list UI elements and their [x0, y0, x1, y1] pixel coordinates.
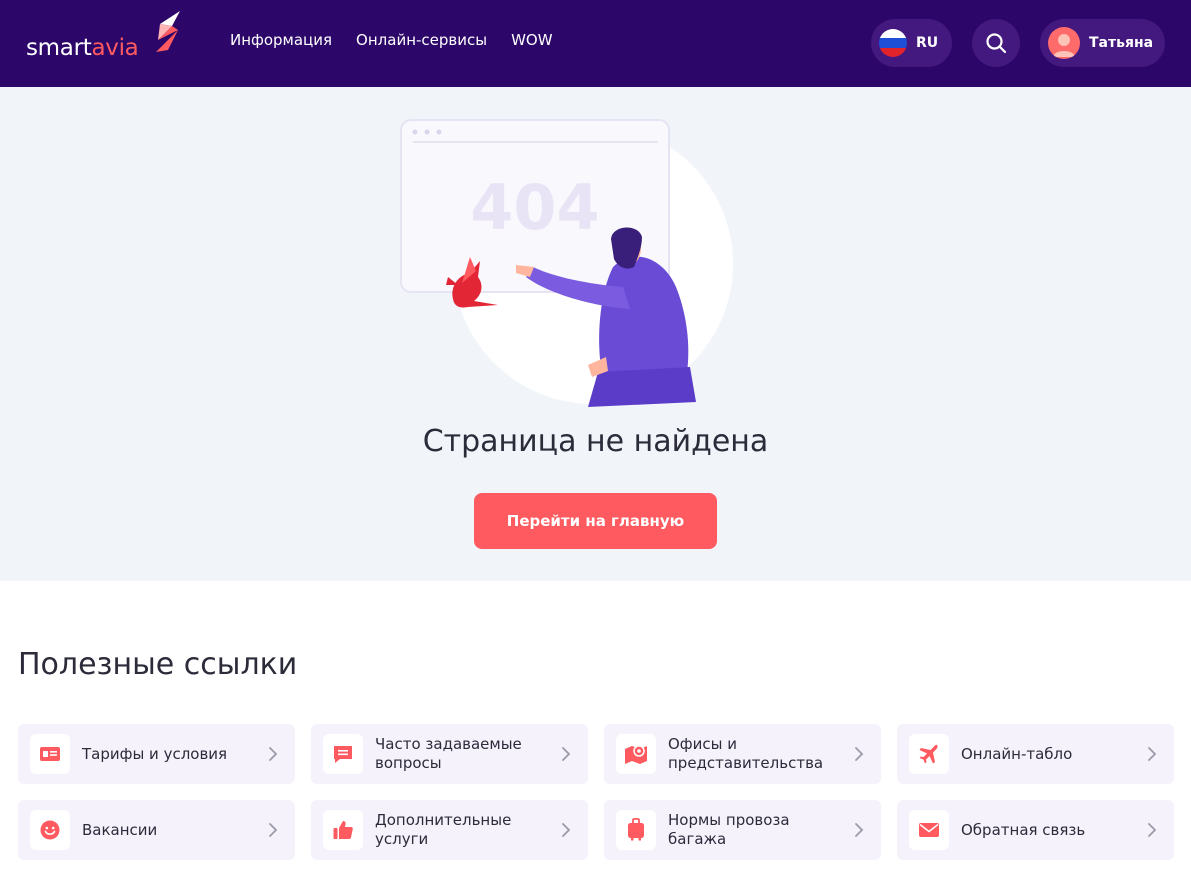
- 404-illustration: 404: [400, 119, 733, 407]
- link-card-online-board[interactable]: Онлайн-табло: [897, 724, 1174, 784]
- go-home-button[interactable]: Перейти на главную: [474, 493, 717, 549]
- ticket-icon: [30, 734, 70, 774]
- nav-item-info[interactable]: Информация: [230, 31, 332, 49]
- nav-item-wow[interactable]: WOW: [511, 31, 552, 49]
- link-label: Вакансии: [82, 820, 158, 839]
- link-card-offices[interactable]: Офисы и представительства: [604, 724, 881, 784]
- plane-icon: [909, 734, 949, 774]
- link-label: Нормы провоза багажа: [668, 811, 790, 848]
- smile-icon: [30, 810, 70, 850]
- language-button[interactable]: RU: [871, 19, 952, 67]
- user-name: Татьяна: [1089, 35, 1154, 51]
- chevron-right-icon: [562, 823, 571, 837]
- chevron-right-icon: [269, 823, 278, 837]
- link-card-extra-services[interactable]: Дополнительные услуги: [311, 800, 588, 860]
- useful-links-title: Полезные ссылки: [18, 647, 298, 682]
- chevron-right-icon: [562, 747, 571, 761]
- link-label: Часто задаваемые вопросы: [375, 735, 522, 772]
- link-card-tariffs[interactable]: Тарифы и условия: [18, 724, 295, 784]
- luggage-icon: [616, 810, 656, 850]
- link-label: Тарифы и условия: [82, 744, 228, 763]
- logo-bird-icon: [156, 11, 180, 52]
- link-card-feedback[interactable]: Обратная связь: [897, 800, 1174, 860]
- map-pin-icon: [616, 734, 656, 774]
- useful-links-grid: Тарифы и условия Часто задаваемые вопрос…: [18, 724, 1174, 860]
- link-card-vacancies[interactable]: Вакансии: [18, 800, 295, 860]
- chevron-right-icon: [269, 747, 278, 761]
- smartavia-logo[interactable]: smartavia: [26, 10, 180, 61]
- nav-item-online-services[interactable]: Онлайн-сервисы: [356, 31, 487, 49]
- header: smartavia Информация Онлайн-сервисы WOW …: [0, 0, 1191, 87]
- user-profile-button[interactable]: Татьяна: [1040, 19, 1165, 67]
- link-label: Обратная связь: [961, 820, 1086, 839]
- chevron-right-icon: [855, 747, 864, 761]
- chevron-right-icon: [1148, 747, 1157, 761]
- chevron-right-icon: [855, 823, 864, 837]
- russia-flag-icon: [879, 29, 907, 57]
- not-found-section: 404 Страница не найдена Перейти на главн…: [0, 87, 1191, 581]
- thumbs-up-icon: [323, 810, 363, 850]
- user-avatar: [1048, 27, 1080, 59]
- link-label: Онлайн-табло: [961, 744, 1073, 763]
- not-found-title: Страница не найдена: [422, 424, 769, 459]
- 404-text: 404: [470, 171, 599, 244]
- logo-text: smartavia: [26, 35, 139, 61]
- mail-icon: [909, 810, 949, 850]
- link-card-baggage[interactable]: Нормы провоза багажа: [604, 800, 881, 860]
- link-label: Офисы и представительства: [668, 735, 824, 772]
- search-button[interactable]: [972, 19, 1020, 67]
- link-label: Дополнительные услуги: [375, 811, 512, 848]
- language-label: RU: [916, 35, 939, 51]
- chevron-right-icon: [1148, 823, 1157, 837]
- main-nav: Информация Онлайн-сервисы WOW: [230, 31, 553, 49]
- chat-icon: [323, 734, 363, 774]
- link-card-faq[interactable]: Часто задаваемые вопросы: [311, 724, 588, 784]
- search-icon: [986, 33, 1007, 54]
